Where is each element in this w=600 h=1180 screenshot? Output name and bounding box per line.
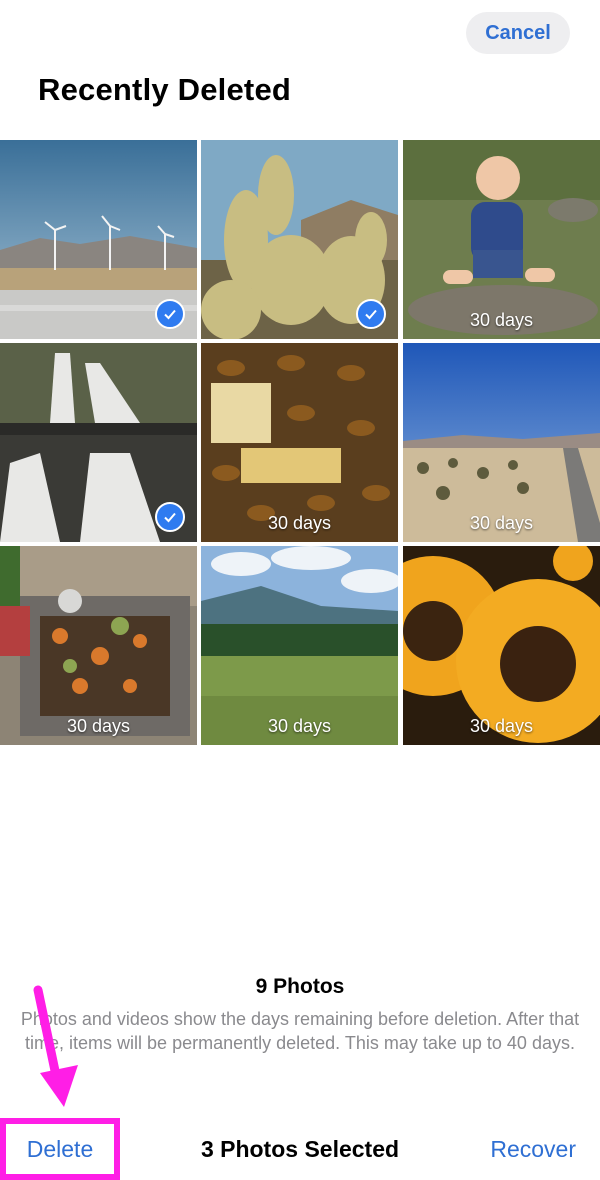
photo-tile[interactable]: [0, 140, 197, 339]
photo-tile[interactable]: 30 days: [403, 140, 600, 339]
checkmark-icon: [356, 299, 386, 329]
days-remaining: 30 days: [469, 513, 534, 533]
photo-tile[interactable]: [0, 343, 197, 542]
photo-tile[interactable]: 30 days: [201, 546, 398, 745]
info-section: 9 Photos Photos and videos show the days…: [0, 975, 600, 1055]
photo-tile[interactable]: 30 days: [403, 546, 600, 745]
photo-tile[interactable]: 30 days: [201, 343, 398, 542]
photo-tile[interactable]: [201, 140, 398, 339]
deletion-description: Photos and videos show the days remainin…: [20, 1009, 580, 1053]
days-remaining: 30 days: [469, 310, 534, 330]
days-remaining: 30 days: [267, 716, 332, 736]
annotation-arrow-icon: [33, 985, 78, 1107]
cancel-button[interactable]: Cancel: [466, 12, 570, 54]
checkmark-icon: [155, 502, 185, 532]
days-remaining: 30 days: [469, 716, 534, 736]
photo-tile[interactable]: 30 days: [403, 343, 600, 542]
page-title: Recently Deleted: [38, 72, 292, 107]
bottom-toolbar: Delete 3 Photos Selected Recover: [0, 1118, 600, 1180]
photo-grid: 30 days 30 days 30 days 30 days 30 days …: [0, 140, 600, 745]
photo-count: 9 Photos: [255, 975, 345, 998]
checkmark-icon: [155, 299, 185, 329]
photo-tile[interactable]: 30 days: [0, 546, 197, 745]
recover-button[interactable]: Recover: [490, 1136, 576, 1163]
days-remaining: 30 days: [66, 716, 131, 736]
days-remaining: 30 days: [267, 513, 332, 533]
